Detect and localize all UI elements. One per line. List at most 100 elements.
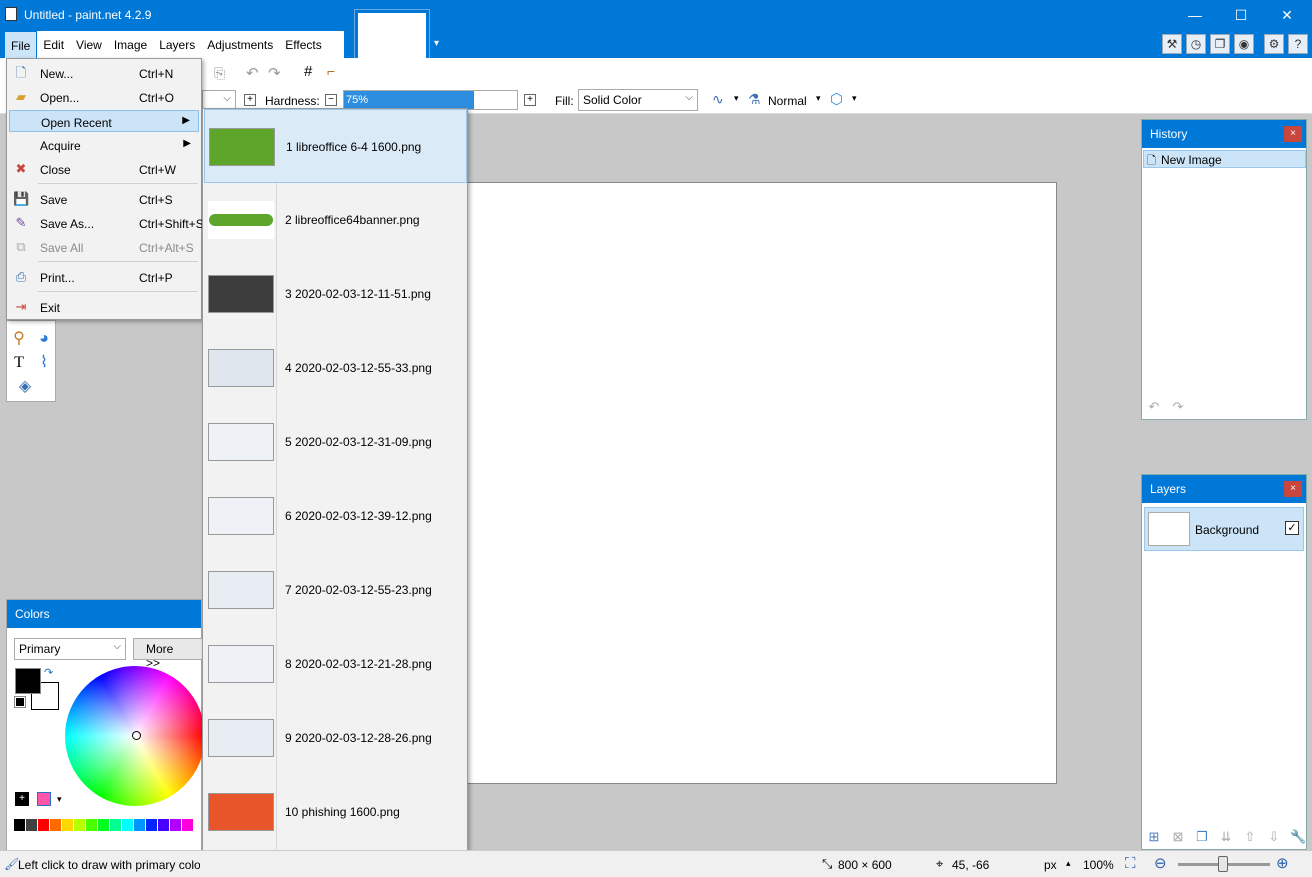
grid-icon[interactable]: # (304, 63, 312, 80)
line-curve-icon[interactable]: ⌇ (34, 353, 54, 373)
menu-file[interactable]: File (4, 31, 38, 59)
recent-file-item[interactable]: 8 2020-02-03-12-21-28.png (204, 627, 467, 701)
merge-layer-down-icon[interactable]: ⇊ (1218, 829, 1234, 845)
menu-item-open[interactable]: ▰ Open... Ctrl+O (9, 86, 199, 108)
recent-file-item[interactable]: 4 2020-02-03-12-55-33.png (204, 331, 467, 405)
primary-color-swatch[interactable] (15, 668, 41, 694)
layers-close-button[interactable]: × (1284, 481, 1302, 497)
recolor-icon[interactable]: ◕ (34, 329, 54, 349)
menu-view[interactable]: View (70, 31, 108, 59)
redo-icon[interactable]: ↷ (1170, 399, 1186, 415)
palette-swatch[interactable] (158, 819, 170, 831)
menu-item-new[interactable]: 🗋 New... Ctrl+N (9, 62, 199, 84)
delete-layer-icon[interactable]: ⊠ (1170, 829, 1186, 845)
menu-edit[interactable]: Edit (37, 31, 70, 59)
move-layer-down-icon[interactable]: ⇩ (1266, 829, 1282, 845)
hardness-increase-button[interactable]: + (524, 94, 536, 106)
menu-item-save-as[interactable]: ✎ Save As... Ctrl+Shift+S (9, 212, 204, 234)
recent-file-item[interactable]: 5 2020-02-03-12-31-09.png (204, 405, 467, 479)
fill-dropdown[interactable]: Solid Color ⌵ (578, 89, 698, 111)
menu-image[interactable]: Image (108, 31, 153, 59)
zoom-out-icon[interactable]: ⊖ (1154, 854, 1167, 872)
more-colors-button[interactable]: More >> (133, 638, 203, 670)
menu-item-close[interactable]: ✖ Close Ctrl+W (9, 158, 199, 180)
tools-window-icon[interactable]: ⚒ (1162, 34, 1182, 54)
palette-swatch[interactable] (110, 819, 122, 831)
recent-file-item[interactable]: 2 libreoffice64banner.png (204, 183, 467, 257)
palette-swatch[interactable] (38, 819, 50, 831)
palette-swatch[interactable] (50, 819, 62, 831)
minimize-button[interactable]: — (1172, 0, 1218, 30)
menu-adjustments[interactable]: Adjustments (201, 31, 279, 59)
units-dropdown-icon[interactable]: ▴ (1066, 858, 1071, 869)
palette-swatch[interactable] (182, 819, 194, 831)
text-tool-icon[interactable]: T (9, 353, 29, 373)
palette-swatch[interactable] (74, 819, 86, 831)
recent-file-item[interactable]: 10 phishing 1600.png (204, 775, 467, 849)
color-wheel-cursor[interactable] (132, 731, 141, 740)
menu-item-print[interactable]: ⎙ Print... Ctrl+P (9, 266, 199, 288)
history-window-icon[interactable]: ◷ (1186, 34, 1206, 54)
history-item[interactable]: 🗋 New Image (1143, 150, 1306, 168)
palette-menu-dropdown-icon[interactable]: ▾ (57, 794, 62, 805)
add-to-palette-icon[interactable]: + (15, 792, 29, 806)
antialiasing-dropdown-icon[interactable]: ▾ (734, 93, 739, 104)
units-selector[interactable]: px (1044, 858, 1057, 872)
palette-swatch[interactable] (122, 819, 134, 831)
history-close-button[interactable]: × (1284, 126, 1302, 142)
menu-item-exit[interactable]: ⇥ Exit (9, 296, 199, 318)
palette-swatch[interactable] (26, 819, 38, 831)
zoom-slider-handle[interactable] (1218, 856, 1228, 872)
swap-colors-icon[interactable]: ↷ (44, 666, 53, 679)
palette-swatch[interactable] (146, 819, 158, 831)
layer-row[interactable]: Background ✓ (1144, 507, 1304, 551)
brush-width-increase-button[interactable]: + (244, 94, 256, 106)
menu-layers[interactable]: Layers (153, 31, 201, 59)
selection-mode-dropdown-icon[interactable]: ▾ (852, 93, 857, 104)
recent-file-item[interactable]: 3 2020-02-03-12-11-51.png (204, 257, 467, 331)
palette-swatch[interactable] (14, 819, 26, 831)
palette-swatch[interactable] (170, 819, 182, 831)
layer-visibility-checkbox[interactable]: ✓ (1285, 521, 1299, 535)
settings-gear-icon[interactable]: ⚙ (1264, 34, 1284, 54)
recent-file-item[interactable]: 6 2020-02-03-12-39-12.png (204, 479, 467, 553)
maximize-button[interactable]: ☐ (1218, 0, 1264, 30)
palette-swatch[interactable] (62, 819, 74, 831)
image-list-dropdown-icon[interactable]: ▾ (434, 38, 446, 50)
blend-mode-value[interactable]: Normal (768, 94, 807, 108)
menu-item-save-all[interactable]: ⧉ Save All Ctrl+Alt+S (9, 236, 199, 258)
recent-file-item[interactable]: 9 2020-02-03-12-28-26.png (204, 701, 467, 775)
layers-window-icon[interactable]: ❐ (1210, 34, 1230, 54)
add-layer-icon[interactable]: ⊞ (1146, 829, 1162, 845)
menu-item-acquire[interactable]: Acquire ▶ (9, 134, 199, 156)
image-canvas[interactable] (466, 182, 1057, 784)
colors-window-icon[interactable]: ◉ (1234, 34, 1254, 54)
zoom-in-icon[interactable]: ⊕ (1276, 854, 1289, 872)
move-layer-up-icon[interactable]: ⇧ (1242, 829, 1258, 845)
blend-mode-dropdown-icon[interactable]: ▾ (816, 93, 821, 104)
clone-stamp-icon[interactable]: ⚲ (9, 329, 29, 349)
undo-icon[interactable]: ↶ (1146, 399, 1162, 415)
zoom-to-window-icon[interactable]: ⛶ (1125, 855, 1136, 872)
hardness-decrease-button[interactable]: − (325, 94, 337, 106)
palette-swatch[interactable] (98, 819, 110, 831)
palette-menu-icon[interactable] (37, 792, 51, 806)
palette-swatch[interactable] (86, 819, 98, 831)
redo-icon[interactable]: ↷ (268, 64, 281, 82)
hardness-slider[interactable]: 75% (343, 90, 518, 110)
palette-swatch[interactable] (134, 819, 146, 831)
recent-file-item[interactable]: 1 libreoffice 6-4 1600.png (204, 109, 467, 183)
reset-colors-icon[interactable] (14, 696, 26, 708)
antialiasing-icon[interactable]: ∿ (712, 91, 724, 108)
zoom-level[interactable]: 100% (1083, 858, 1114, 872)
menu-item-open-recent[interactable]: Open Recent ▶ (9, 110, 199, 132)
color-mode-dropdown[interactable]: Primary ⌵ (14, 638, 126, 660)
layer-properties-icon[interactable]: 🔧 (1290, 829, 1306, 845)
selection-mode-icon[interactable]: ⬡ (830, 90, 843, 108)
menu-effects[interactable]: Effects (279, 31, 327, 59)
ruler-icon[interactable]: ⌐ (327, 63, 335, 79)
recent-file-item[interactable]: 7 2020-02-03-12-55-23.png (204, 553, 467, 627)
undo-icon[interactable]: ↶ (246, 64, 259, 82)
menu-item-save[interactable]: 💾 Save Ctrl+S (9, 188, 199, 210)
close-window-button[interactable]: ✕ (1264, 0, 1310, 30)
